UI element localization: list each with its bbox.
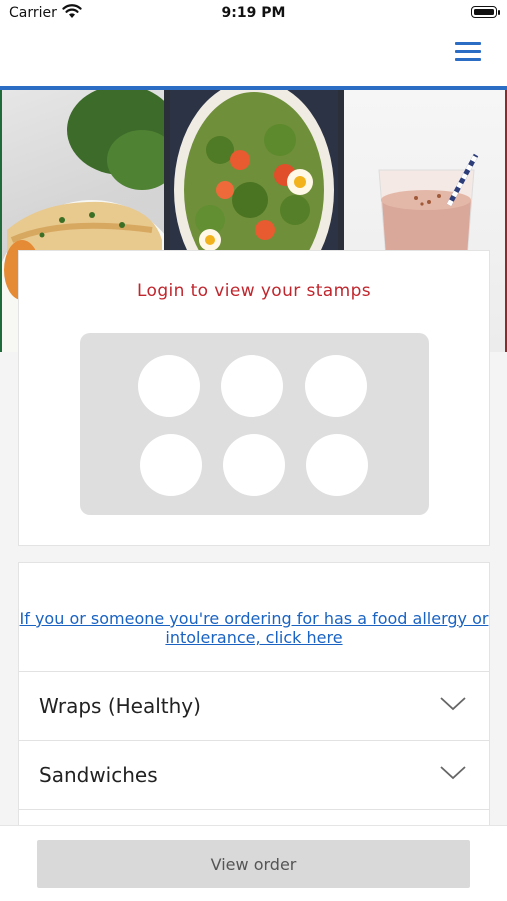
stamp-slot: [138, 355, 200, 417]
stamp-grid: [80, 333, 429, 515]
stamp-slot: [305, 355, 367, 417]
stamp-card: Login to view your stamps: [18, 250, 490, 546]
clock: 9:19 PM: [221, 5, 286, 21]
menu-card: If you or someone you're ordering for ha…: [18, 562, 490, 842]
battery-icon: [471, 6, 500, 18]
chevron-down-icon: [439, 696, 467, 716]
status-bar: Carrier 9:19 PM: [0, 0, 507, 30]
chevron-down-icon: [439, 765, 467, 785]
category-label: Wraps (Healthy): [39, 694, 201, 718]
bottom-bar: View order: [0, 825, 507, 901]
top-nav-bar: [0, 30, 507, 90]
stamp-slot: [306, 434, 368, 496]
stamp-slot: [140, 434, 202, 496]
allergy-info-link[interactable]: If you or someone you're ordering for ha…: [19, 609, 489, 647]
view-order-button[interactable]: View order: [37, 840, 470, 888]
stamp-slot: [221, 355, 283, 417]
hamburger-menu-icon[interactable]: [455, 39, 483, 65]
stamp-slot: [223, 434, 285, 496]
category-row-sandwiches[interactable]: Sandwiches: [19, 740, 489, 810]
category-label: Sandwiches: [39, 763, 158, 787]
stamp-login-prompt[interactable]: Login to view your stamps: [19, 281, 489, 301]
category-row-wraps[interactable]: Wraps (Healthy): [19, 671, 489, 741]
